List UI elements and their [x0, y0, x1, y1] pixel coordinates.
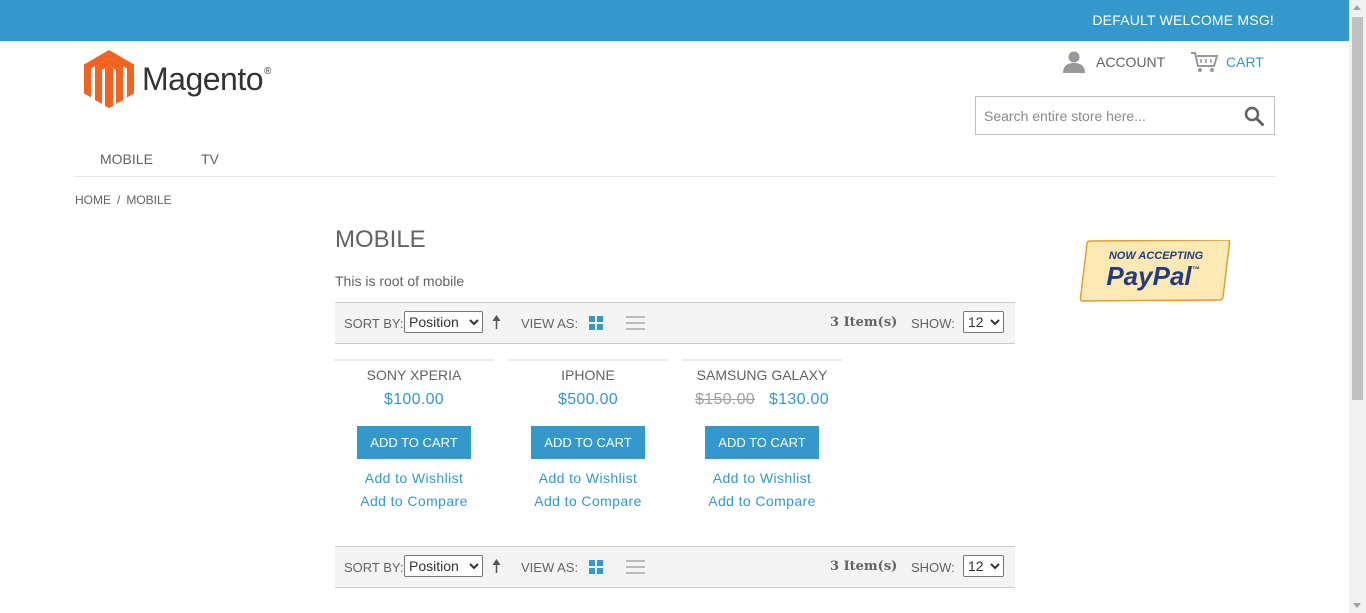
show-label: SHOW:: [911, 316, 955, 331]
show-limit-select[interactable]: 12: [963, 555, 1004, 577]
page-title: MOBILE: [335, 226, 426, 253]
main-navigation: MOBILE TV: [75, 151, 1275, 177]
product-price-block: $150.00 $130.00: [682, 391, 842, 409]
item-count: 3 Item(s): [830, 315, 898, 330]
nav-item-mobile[interactable]: MOBILE: [100, 151, 153, 167]
magento-logo-icon: [84, 50, 134, 108]
search-button[interactable]: [1244, 106, 1264, 131]
breadcrumb-home[interactable]: HOME: [75, 193, 111, 207]
top-bar: DEFAULT WELCOME MSG!: [0, 0, 1349, 41]
add-to-wishlist-link[interactable]: Add to Wishlist: [508, 470, 668, 486]
store-logo[interactable]: Magento®: [84, 50, 271, 108]
nav-item-tv[interactable]: TV: [201, 151, 219, 167]
breadcrumb: HOME / MOBILE: [75, 193, 172, 207]
sort-direction-button[interactable]: [492, 315, 501, 334]
account-label: ACCOUNT: [1096, 54, 1166, 70]
sort-by-label: SORT BY:: [344, 316, 404, 331]
logo-text: Magento®: [142, 60, 271, 97]
product-item: SAMSUNG GALAXY $150.00 $130.00 ADD TO CAR…: [682, 359, 842, 509]
add-to-compare-link[interactable]: Add to Compare: [334, 493, 494, 509]
list-view-button[interactable]: [626, 560, 645, 579]
category-description: This is root of mobile: [335, 273, 465, 289]
show-limit-select[interactable]: 12: [963, 311, 1004, 333]
user-icon: [1063, 51, 1085, 73]
search-box: [975, 96, 1275, 135]
add-to-compare-link[interactable]: Add to Compare: [508, 493, 668, 509]
search-input[interactable]: [976, 97, 1226, 134]
list-view-icon: [626, 560, 645, 574]
sort-direction-button[interactable]: [492, 559, 501, 578]
add-to-wishlist-link[interactable]: Add to Wishlist: [682, 470, 842, 486]
page-scrollbar[interactable]: [1349, 0, 1366, 613]
product-old-price: $150.00: [695, 391, 755, 408]
welcome-message: DEFAULT WELCOME MSG!: [1092, 12, 1274, 28]
cart-icon: [1191, 52, 1219, 72]
list-view-icon: [626, 316, 645, 330]
product-price: $500.00: [558, 391, 618, 408]
paypal-logo-text: PayPal™: [1106, 261, 1199, 291]
product-name[interactable]: SAMSUNG GALAXY: [682, 367, 842, 383]
product-item: SONY XPERIA $100.00 ADD TO CART Add to W…: [334, 359, 494, 509]
account-link[interactable]: ACCOUNT: [1062, 51, 1165, 73]
scroll-down-arrow-icon[interactable]: [1353, 603, 1361, 608]
product-name[interactable]: SONY XPERIA: [334, 367, 494, 383]
show-label: SHOW:: [911, 560, 955, 575]
registered-mark: ®: [264, 65, 271, 77]
breadcrumb-current: MOBILE: [126, 193, 172, 207]
search-icon: [1244, 106, 1264, 126]
add-to-cart-button[interactable]: ADD TO CART: [705, 426, 819, 459]
product-price: $100.00: [384, 391, 444, 408]
add-to-cart-button[interactable]: ADD TO CART: [531, 426, 645, 459]
sort-by-select[interactable]: Position: [404, 311, 483, 333]
cart-link[interactable]: CART: [1190, 51, 1264, 73]
view-as-label: VIEW AS:: [521, 560, 579, 575]
list-view-button[interactable]: [626, 316, 645, 335]
product-name[interactable]: IPHONE: [508, 367, 668, 383]
paypal-banner[interactable]: NOW ACCEPTING PayPal™: [1079, 239, 1231, 307]
grid-view-icon: [589, 316, 603, 330]
toolbar-bottom: SORT BY: Position VIEW AS: 3 Item(s) SHO…: [335, 546, 1015, 588]
grid-view-icon: [589, 560, 603, 574]
scroll-up-arrow-icon[interactable]: [1353, 5, 1361, 10]
add-to-compare-link[interactable]: Add to Compare: [682, 493, 842, 509]
add-to-cart-button[interactable]: ADD TO CART: [357, 426, 471, 459]
grid-view-button[interactable]: [589, 560, 603, 579]
view-as-label: VIEW AS:: [521, 316, 579, 331]
grid-view-button[interactable]: [589, 316, 603, 335]
item-count: 3 Item(s): [830, 559, 898, 574]
paypal-badge-icon: NOW ACCEPTING PayPal™: [1079, 239, 1231, 302]
toolbar-top: SORT BY: Position VIEW AS: 3 Item(s) SHO…: [335, 302, 1015, 344]
sort-arrow-icon: [492, 315, 501, 329]
sort-by-label: SORT BY:: [344, 560, 404, 575]
product-item: IPHONE $500.00 ADD TO CART Add to Wishli…: [508, 359, 668, 509]
scrollbar-thumb[interactable]: [1352, 17, 1363, 400]
breadcrumb-separator: /: [117, 193, 121, 207]
product-special-price: $130.00: [769, 391, 829, 408]
cart-label: CART: [1226, 54, 1264, 70]
sort-by-select[interactable]: Position: [404, 555, 483, 577]
add-to-wishlist-link[interactable]: Add to Wishlist: [334, 470, 494, 486]
sort-arrow-icon: [492, 559, 501, 573]
